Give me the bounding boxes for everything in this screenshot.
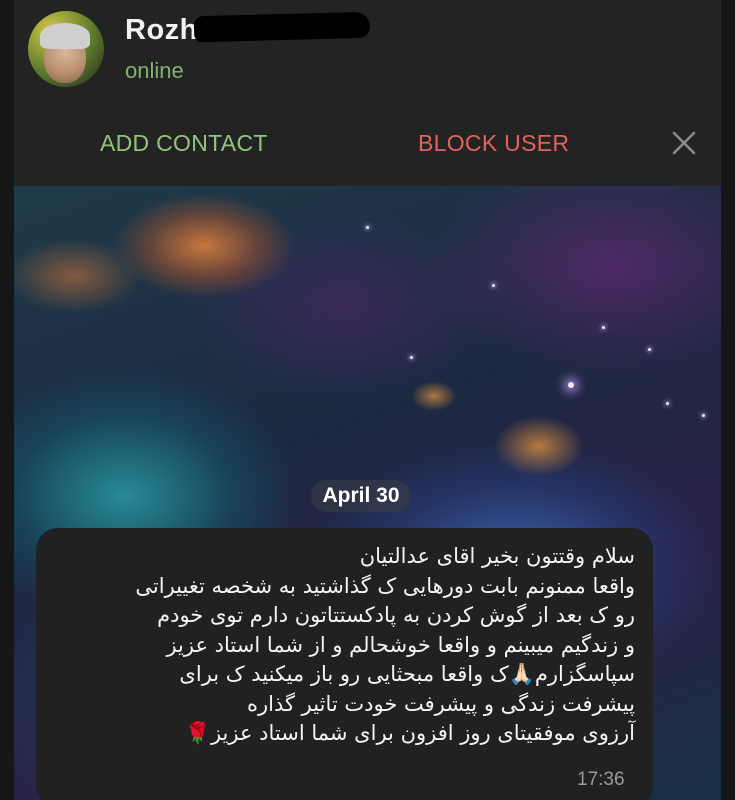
wallpaper-star [648,348,651,351]
wallpaper-star [666,402,669,405]
message-line: پیشرفت زندگی و پیشرفت خودت تاثیر گذاره [247,691,635,716]
contact-name[interactable]: Rozh [125,14,198,47]
date-divider: April 30 [311,480,411,512]
message-line: رو ک بعد از گوش کردن به پادکستتاتون دارم… [157,603,635,627]
message-line: واقعا ممنونم بابت دورهایی ک گذاشتید به ش… [135,573,635,598]
telegram-chat-window: Rozh online ADD CONTACT BLOCK USER April… [0,0,735,800]
contact-avatar[interactable] [28,11,104,87]
chat-header[interactable]: Rozh online [14,0,721,100]
wallpaper-star [366,226,369,229]
wallpaper-star [568,382,574,388]
contact-status: online [125,58,184,83]
message-line: سپاسگزارم🙏🏻ک واقعا مبحثایی رو باز میکنید… [179,662,635,686]
wallpaper-star [602,326,605,329]
message-timestamp: 17:36 [577,769,625,790]
wallpaper-star [702,414,705,417]
message-bubble[interactable]: سلام وقتتون بخیر اقای عدالتیان واقعا ممن… [36,528,653,800]
message-line: و زندگیم میبینم و واقعا خوشحالم و از شما… [166,632,635,657]
contact-action-bar: ADD CONTACT BLOCK USER [14,100,721,186]
redaction-mark [193,11,371,43]
message-line: سلام وقتتون بخیر اقای عدالتیان [359,544,635,568]
avatar-hair [40,23,90,49]
wallpaper-star [492,284,495,287]
message-line: آرزوی موفقیتای روز افزون برای شما استاد … [184,721,635,745]
block-user-button[interactable]: BLOCK USER [418,130,569,157]
wallpaper-star [410,356,413,359]
add-contact-button[interactable]: ADD CONTACT [100,130,268,157]
close-icon[interactable] [669,128,699,158]
message-text: سلام وقتتون بخیر اقای عدالتیان واقعا ممن… [45,542,635,749]
